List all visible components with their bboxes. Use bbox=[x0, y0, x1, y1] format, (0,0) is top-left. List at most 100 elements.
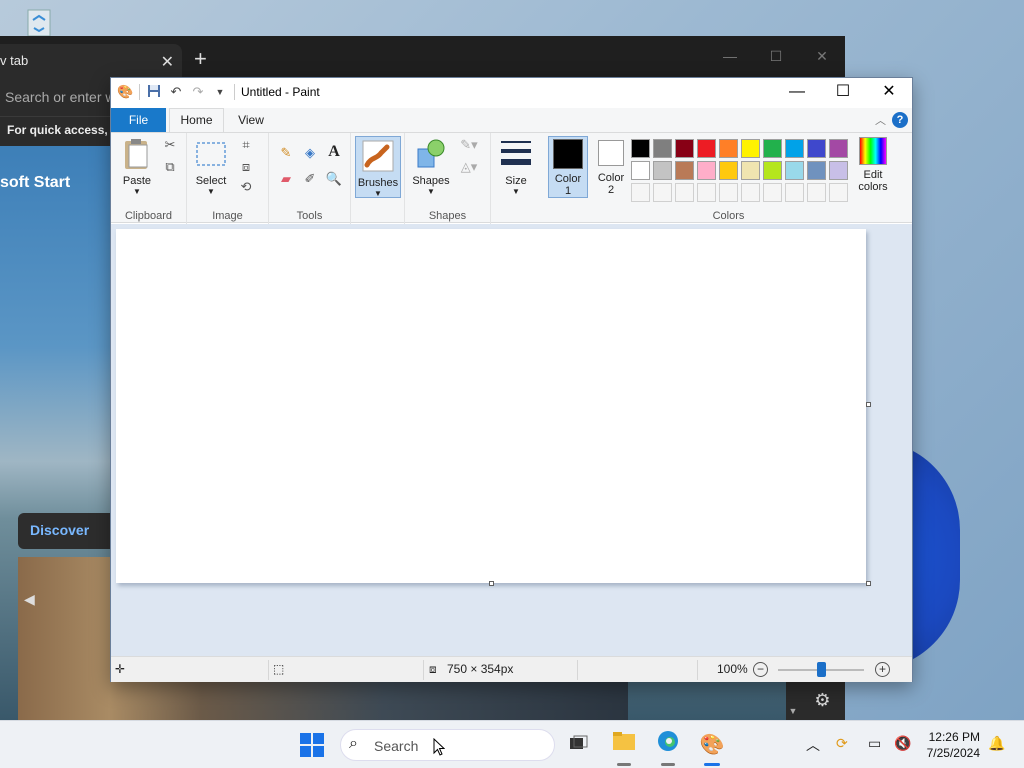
size-button[interactable]: Size ▼ bbox=[497, 137, 535, 196]
resize-handle-right[interactable] bbox=[866, 402, 871, 407]
outline-icon[interactable]: ✎▾ bbox=[455, 137, 483, 153]
close-icon[interactable]: ✕ bbox=[161, 52, 174, 72]
pencil-icon[interactable]: ✎ bbox=[277, 145, 295, 161]
start-button[interactable] bbox=[300, 733, 324, 757]
edit-colors-button[interactable]: Edit colors bbox=[851, 137, 895, 193]
palette-swatch[interactable] bbox=[763, 183, 782, 202]
palette-swatch[interactable] bbox=[719, 161, 738, 180]
paint-taskbar-icon[interactable]: 🎨 bbox=[696, 729, 728, 761]
select-button[interactable]: Select ▼ bbox=[193, 137, 229, 196]
palette-swatch[interactable] bbox=[763, 161, 782, 180]
group-label-colors: Colors bbox=[712, 210, 745, 222]
paste-button[interactable]: Paste ▼ bbox=[119, 137, 155, 196]
clock[interactable]: 12:26 PM 7/25/2024 bbox=[918, 729, 980, 761]
maximize-button[interactable]: ☐ bbox=[820, 78, 866, 106]
palette-swatch[interactable] bbox=[785, 183, 804, 202]
save-icon[interactable] bbox=[146, 84, 162, 100]
palette-swatch[interactable] bbox=[653, 183, 672, 202]
palette-swatch[interactable] bbox=[675, 139, 694, 158]
task-view-icon[interactable] bbox=[563, 729, 595, 761]
edge-icon[interactable] bbox=[652, 729, 684, 761]
palette-swatch[interactable] bbox=[697, 139, 716, 158]
palette-swatch[interactable] bbox=[631, 161, 650, 180]
color-picker-icon[interactable]: ✐ bbox=[301, 171, 319, 187]
palette-swatch[interactable] bbox=[631, 183, 650, 202]
text-icon[interactable]: A bbox=[325, 143, 343, 160]
browser-close-button[interactable]: ✕ bbox=[799, 36, 845, 76]
carousel-left-icon[interactable]: ◀ bbox=[24, 591, 35, 608]
scrollbar-down-icon[interactable]: ▼ bbox=[786, 680, 800, 720]
palette-swatch[interactable] bbox=[719, 139, 738, 158]
palette-swatch[interactable] bbox=[785, 139, 804, 158]
tab-file[interactable]: File bbox=[111, 108, 166, 132]
palette-swatch[interactable] bbox=[807, 183, 826, 202]
sync-icon[interactable]: ⟳ bbox=[836, 735, 848, 752]
browser-maximize-button[interactable]: ☐ bbox=[753, 36, 799, 76]
minimize-button[interactable]: — bbox=[774, 78, 820, 106]
palette-swatch[interactable] bbox=[741, 139, 760, 158]
crop-icon[interactable]: ⌗ bbox=[237, 137, 255, 153]
palette-swatch[interactable] bbox=[719, 183, 738, 202]
palette-swatch[interactable] bbox=[807, 161, 826, 180]
new-tab-icon[interactable]: + bbox=[194, 46, 207, 72]
taskbar-search[interactable]: ⌕ Search bbox=[340, 729, 555, 761]
palette-swatch[interactable] bbox=[653, 161, 672, 180]
magnifier-icon[interactable]: 🔍 bbox=[325, 171, 343, 187]
customize-qat-icon[interactable]: ▼ bbox=[212, 84, 228, 100]
close-button[interactable]: ✕ bbox=[866, 78, 912, 106]
resize-handle-corner[interactable] bbox=[866, 581, 871, 586]
network-icon[interactable]: ▭ bbox=[868, 735, 881, 752]
file-explorer-icon[interactable] bbox=[608, 729, 640, 761]
tab-view[interactable]: View bbox=[226, 108, 276, 132]
color1-button[interactable]: Color 1 bbox=[548, 136, 588, 198]
tab-home[interactable]: Home bbox=[169, 108, 224, 133]
palette-swatch[interactable] bbox=[829, 139, 848, 158]
palette-swatch[interactable] bbox=[653, 139, 672, 158]
resize-handle-bottom[interactable] bbox=[489, 581, 494, 586]
cut-icon[interactable]: ✂ bbox=[161, 137, 179, 153]
shapes-button[interactable]: Shapes ▼ bbox=[411, 137, 451, 196]
chevron-up-icon[interactable]: ︿ bbox=[806, 735, 820, 755]
browser-tab[interactable]: v tab ✕ bbox=[0, 44, 182, 80]
rotate-icon[interactable]: ⟲ bbox=[237, 179, 255, 195]
help-icon[interactable]: ? bbox=[892, 112, 908, 128]
palette-swatch[interactable] bbox=[741, 161, 760, 180]
palette-swatch[interactable] bbox=[763, 139, 782, 158]
zoom-out-button[interactable]: − bbox=[753, 662, 768, 677]
redo-icon[interactable]: ↷ bbox=[190, 84, 206, 100]
shapes-label: Shapes bbox=[412, 175, 450, 187]
fill-icon[interactable]: ◈ bbox=[301, 145, 319, 161]
volume-muted-icon[interactable]: 🔇 bbox=[894, 735, 911, 752]
collapse-ribbon-icon[interactable]: ︿ bbox=[875, 112, 886, 128]
palette-swatch[interactable] bbox=[807, 139, 826, 158]
paint-app-icon[interactable]: 🎨 bbox=[117, 84, 133, 100]
undo-icon[interactable]: ↶ bbox=[168, 84, 184, 100]
palette-swatch[interactable] bbox=[829, 183, 848, 202]
drawing-canvas[interactable] bbox=[116, 229, 866, 583]
palette-swatch[interactable] bbox=[631, 139, 650, 158]
group-label-clipboard: Clipboard bbox=[124, 210, 173, 222]
palette-swatch[interactable] bbox=[829, 161, 848, 180]
palette-swatch[interactable] bbox=[697, 161, 716, 180]
palette-swatch[interactable] bbox=[675, 161, 694, 180]
shape-fill-icon[interactable]: ◬▾ bbox=[455, 159, 483, 175]
palette-swatch[interactable] bbox=[785, 161, 804, 180]
select-icon bbox=[194, 137, 228, 171]
window-title: Untitled - Paint bbox=[241, 85, 320, 99]
copy-icon[interactable]: ⧉ bbox=[161, 159, 179, 175]
palette-swatch[interactable] bbox=[697, 183, 716, 202]
palette-swatch[interactable] bbox=[741, 183, 760, 202]
discover-button[interactable]: Discover bbox=[18, 513, 118, 549]
color2-button[interactable]: Color 2 bbox=[591, 138, 631, 196]
browser-minimize-button[interactable]: — bbox=[707, 36, 753, 76]
resize-icon[interactable]: ⧈ bbox=[237, 159, 255, 175]
gear-icon[interactable]: ⚙ bbox=[800, 680, 845, 720]
clock-time: 12:26 PM bbox=[928, 730, 980, 744]
eraser-icon[interactable]: ▰ bbox=[277, 171, 295, 187]
palette-swatch[interactable] bbox=[675, 183, 694, 202]
zoom-slider-thumb[interactable] bbox=[817, 662, 826, 677]
recycle-bin-icon[interactable] bbox=[20, 6, 58, 37]
brushes-button[interactable]: Brushes ▼ bbox=[355, 136, 401, 198]
notification-bell-icon[interactable]: 🔔 bbox=[988, 735, 1005, 752]
zoom-in-button[interactable]: + bbox=[875, 662, 890, 677]
